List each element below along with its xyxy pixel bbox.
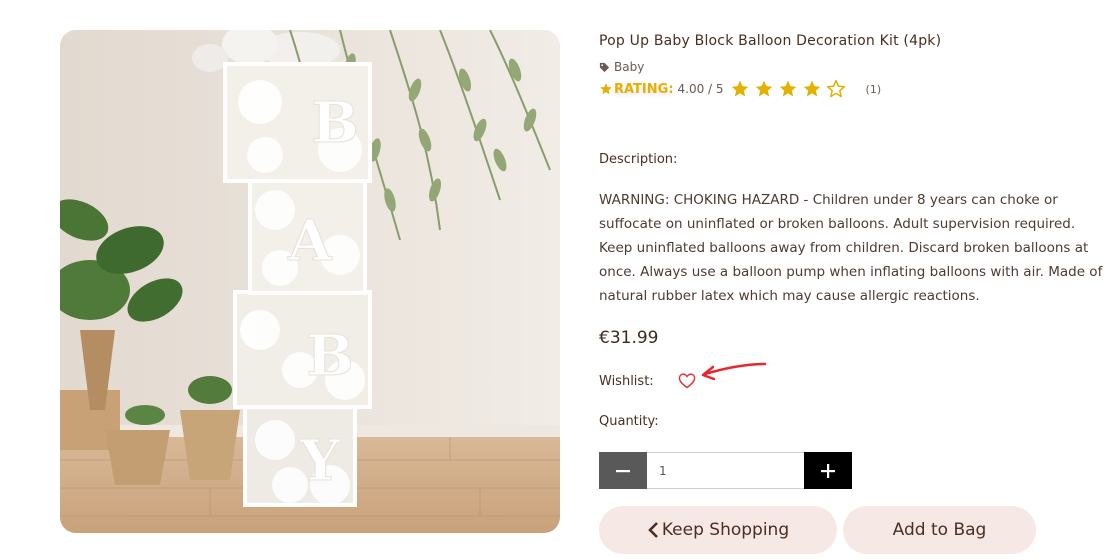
keep-shopping-label: Keep Shopping (661, 520, 790, 540)
block-letter-1: B (311, 90, 358, 156)
product-image: B A B Y (60, 30, 560, 533)
star-filled-icon (731, 80, 748, 97)
star-icon (600, 83, 612, 95)
tag-icon (599, 62, 610, 72)
keep-shopping-button[interactable]: Keep Shopping (599, 506, 837, 554)
rating-label: RATING: (614, 81, 674, 97)
increase-quantity-button[interactable] (804, 452, 852, 489)
plus-icon (821, 463, 835, 478)
product-photo: B A B Y (60, 30, 560, 533)
rating-stars (730, 79, 846, 99)
product-title: Pop Up Baby Block Balloon Decoration Kit… (599, 33, 942, 49)
quantity-stepper (599, 452, 852, 489)
minus-icon (616, 469, 630, 472)
annotation-arrow-icon (701, 362, 767, 381)
star-filled-icon (803, 80, 820, 97)
review-count[interactable]: (1) (866, 83, 882, 96)
quantity-label: Quantity: (599, 414, 659, 429)
description-text: WARNING: CHOKING HAZARD - Children under… (599, 192, 1103, 304)
decrease-quantity-button[interactable] (599, 452, 647, 489)
product-category[interactable]: Baby (599, 60, 644, 74)
star-filled-icon (755, 80, 772, 97)
star-empty-icon (826, 79, 845, 98)
add-to-bag-label: Add to Bag (892, 520, 987, 540)
block-letter-3: B (306, 323, 353, 389)
add-to-bag-button[interactable]: Add to Bag (843, 506, 1036, 554)
heart-icon[interactable] (678, 373, 696, 389)
rating-value: 4.00 / 5 (677, 82, 724, 96)
star-filled-icon (779, 80, 796, 97)
quantity-input[interactable] (647, 452, 804, 489)
wishlist-row: Wishlist: (599, 373, 696, 389)
product-price: €31.99 (599, 328, 659, 348)
category-label: Baby (614, 60, 645, 74)
rating-label-wrap: RATING: (599, 82, 674, 97)
product-info: Pop Up Baby Block Balloon Decoration Kit… (599, 0, 1109, 559)
chevron-left-icon (648, 522, 658, 538)
wishlist-label: Wishlist: (599, 373, 654, 389)
description-label: Description: (599, 152, 678, 167)
block-letter-4: Y (299, 428, 341, 494)
block-letter-2: A (287, 208, 333, 274)
rating-row: RATING: 4.00 / 5 (1) (599, 79, 881, 99)
